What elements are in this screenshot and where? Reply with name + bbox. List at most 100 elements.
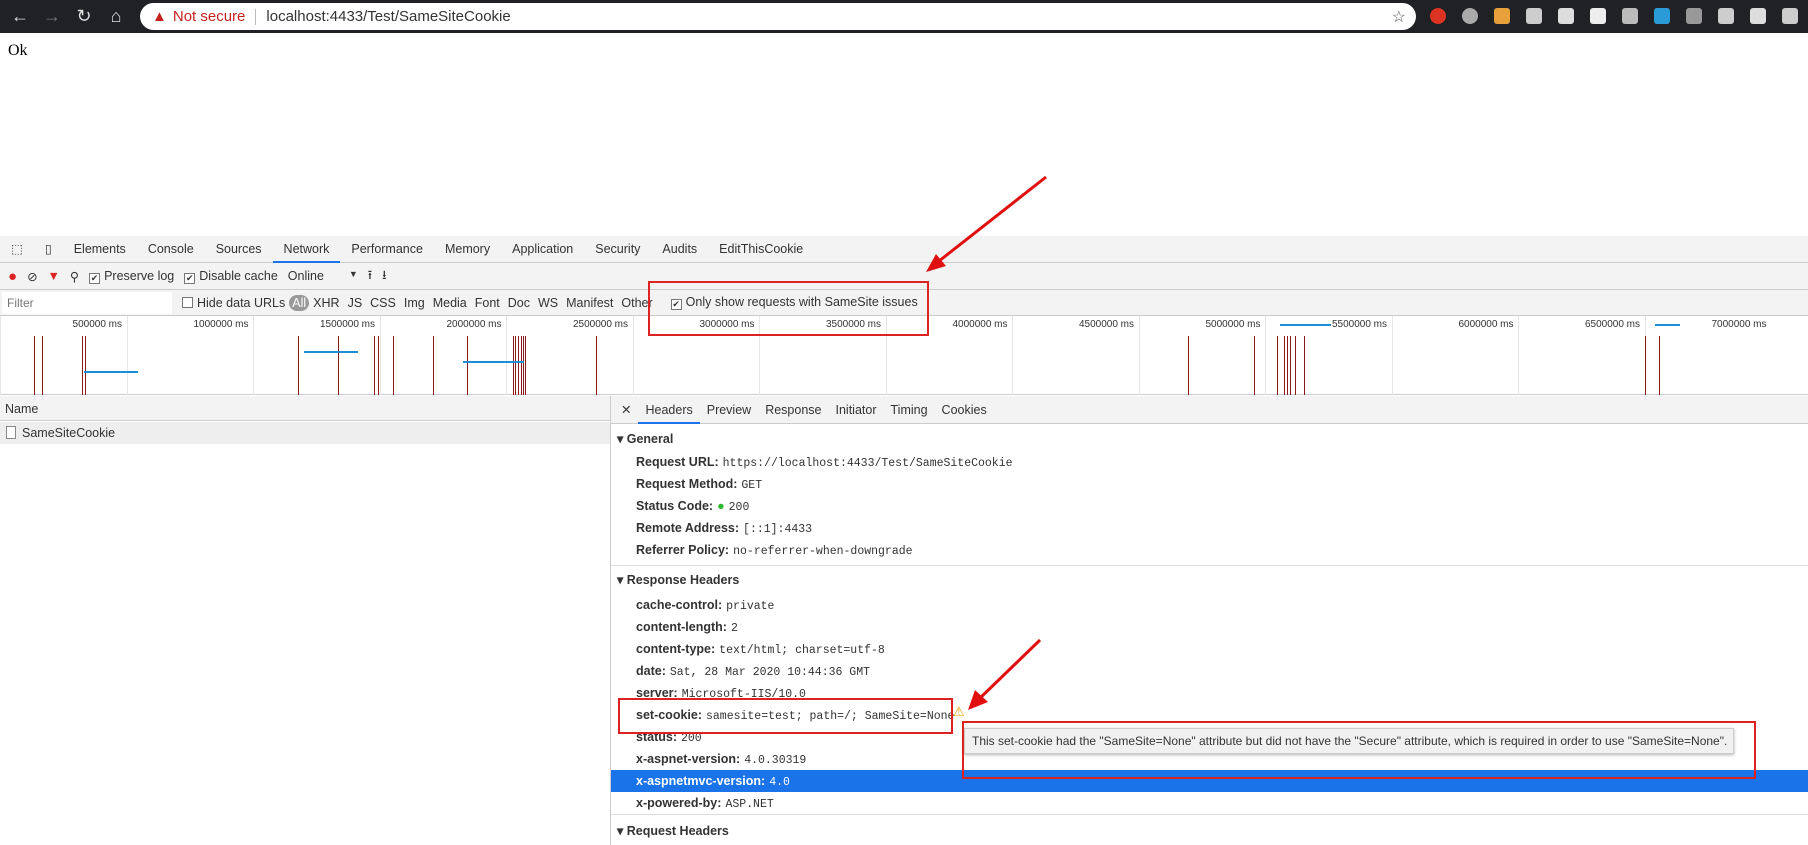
header-value: GET [741,479,763,492]
throttle-select[interactable]: Online ▼ [288,269,358,283]
header-key: server: [636,686,678,700]
tab-editthiscookie[interactable]: EditThisCookie [708,236,814,263]
bookmark-star-icon[interactable]: ☆ [1392,7,1406,27]
timeline-request-bar [523,336,524,395]
header-row[interactable]: Remote Address: [::1]:4433 [636,517,812,539]
extension-icon[interactable] [1526,8,1542,24]
tab-preview[interactable]: Preview [700,396,758,424]
tab-cookies[interactable]: Cookies [935,396,994,424]
header-row[interactable]: cache-control: private [636,594,774,616]
tab-application[interactable]: Application [501,236,584,263]
address-bar[interactable]: ▲ Not secure localhost:4433/Test/SameSit… [140,3,1416,30]
import-har-icon[interactable]: ⭱ [368,266,372,287]
extension-icon[interactable] [1494,8,1510,24]
header-key: Referrer Policy: [636,543,730,557]
disable-cache-checkbox[interactable]: ✔ Disable cache [184,269,278,284]
request-row[interactable]: SameSiteCookie [0,422,610,444]
extension-icon[interactable] [1782,8,1798,24]
response-headers-section-toggle[interactable]: ▾ Response Headers [617,572,739,587]
tab-console[interactable]: Console [137,236,205,263]
header-row[interactable]: Status Code: ● 200 [636,495,749,517]
timeline-request-bar [34,336,35,395]
inspect-icon[interactable]: ⬚ [0,236,34,263]
tab-network[interactable]: Network [272,236,341,263]
filter-type-ws[interactable]: WS [534,296,562,310]
filter-type-css[interactable]: CSS [366,296,400,310]
header-row[interactable]: set-cookie: samesite=test; path=/; SameSi… [636,704,954,726]
header-value: text/html; charset=utf-8 [719,644,885,657]
timeline-tick-label: 6500000 ms [1584,319,1640,330]
header-row[interactable]: content-length: 2 [636,616,738,638]
name-column-header[interactable]: Name [0,396,610,421]
timeline-tick: 5000000 ms [1138,316,1265,395]
extension-icon[interactable] [1718,8,1734,24]
header-row[interactable]: content-type: text/html; charset=utf-8 [636,638,885,660]
filter-type-img[interactable]: Img [400,296,429,310]
clear-icon[interactable]: ⊘ [27,269,37,284]
record-icon[interactable]: ● [8,268,17,285]
extension-icon[interactable] [1430,8,1446,24]
close-icon[interactable]: ✕ [611,396,638,424]
reload-icon[interactable]: ↻ [72,6,96,27]
filter-type-other[interactable]: Other [617,296,656,310]
extension-icon[interactable] [1686,8,1702,24]
header-value: samesite=test; path=/; SameSite=None [706,710,955,723]
extension-icon[interactable] [1622,8,1638,24]
hide-data-urls-checkbox[interactable]: Hide data URLs [182,296,285,310]
divider [611,814,1808,815]
tab-security[interactable]: Security [584,236,651,263]
filter-type-media[interactable]: Media [429,296,471,310]
extension-icon[interactable] [1750,8,1766,24]
header-row[interactable]: status: 200 [636,726,702,748]
extension-icon[interactable] [1558,8,1574,24]
home-icon[interactable]: ⌂ [104,6,128,27]
filter-type-all[interactable]: All [289,294,310,311]
network-overview[interactable]: 500000 ms 1000000 ms 1500000 ms 2000000 ms 2… [0,316,1808,395]
timeline-request-bar [463,361,524,363]
filter-type-doc[interactable]: Doc [504,296,534,310]
extension-icon[interactable] [1590,8,1606,24]
samesite-issues-checkbox[interactable]: ✔ Only show requests with SameSite issues [670,295,918,310]
timeline-tick-label: 3500000 ms [825,319,881,330]
forward-icon[interactable]: → [40,6,64,27]
tab-initiator[interactable]: Initiator [829,396,884,424]
header-value: [::1]:4433 [743,523,813,536]
header-row[interactable]: x-aspnet-version: 4.0.30319 [636,748,806,770]
tab-headers[interactable]: Headers [638,396,700,424]
header-row[interactable]: Request Method: GET [636,473,762,495]
export-har-icon[interactable]: ⭳ [382,266,386,287]
timeline-request-bar [393,336,394,395]
tab-memory[interactable]: Memory [434,236,501,263]
extension-icon[interactable] [1654,8,1670,24]
filter-type-js[interactable]: JS [344,296,367,310]
preserve-log-checkbox[interactable]: ✔ Preserve log [89,269,174,284]
header-row[interactable]: Request URL: https://localhost:4433/Test/… [636,451,1013,473]
warning-icon[interactable]: ⚠ [953,704,965,720]
filter-icon[interactable]: ▼ [48,269,60,283]
tab-timing[interactable]: Timing [884,396,935,424]
tab-sources[interactable]: Sources [205,236,273,263]
timeline-request-bar [1284,336,1285,395]
filter-type-xhr[interactable]: XHR [309,296,343,310]
tab-elements[interactable]: Elements [63,236,137,263]
tab-performance[interactable]: Performance [340,236,434,263]
header-row[interactable]: date: Sat, 28 Mar 2020 10:44:36 GMT [636,660,870,682]
device-toggle-icon[interactable]: ▯ [34,236,63,263]
filter-type-font[interactable]: Font [471,296,504,310]
tab-audits[interactable]: Audits [651,236,708,263]
extension-icon[interactable] [1462,8,1478,24]
filter-input[interactable] [2,291,172,314]
network-toolbar: ● ⊘ ▼ ⚲ ✔ Preserve log ✔ Disable cache Onl… [0,263,1808,290]
timeline-tick-label: 1000000 ms [193,319,249,330]
request-headers-section-toggle[interactable]: ▾ Request Headers [617,823,729,838]
header-row[interactable]: server: Microsoft-IIS/10.0 [636,682,806,704]
filter-type-manifest[interactable]: Manifest [562,296,617,310]
search-icon[interactable]: ⚲ [70,269,79,284]
general-section-toggle[interactable]: ▾ General [617,431,673,446]
header-row[interactable]: x-aspnetmvc-version: 4.0 [636,770,790,792]
header-row[interactable]: Referrer Policy: no-referrer-when-downgra… [636,539,913,561]
url-text[interactable]: localhost:4433/Test/SameSiteCookie [266,8,510,25]
back-icon[interactable]: ← [8,6,32,27]
tab-response[interactable]: Response [758,396,828,424]
header-row[interactable]: x-powered-by: ASP.NET [636,792,774,814]
